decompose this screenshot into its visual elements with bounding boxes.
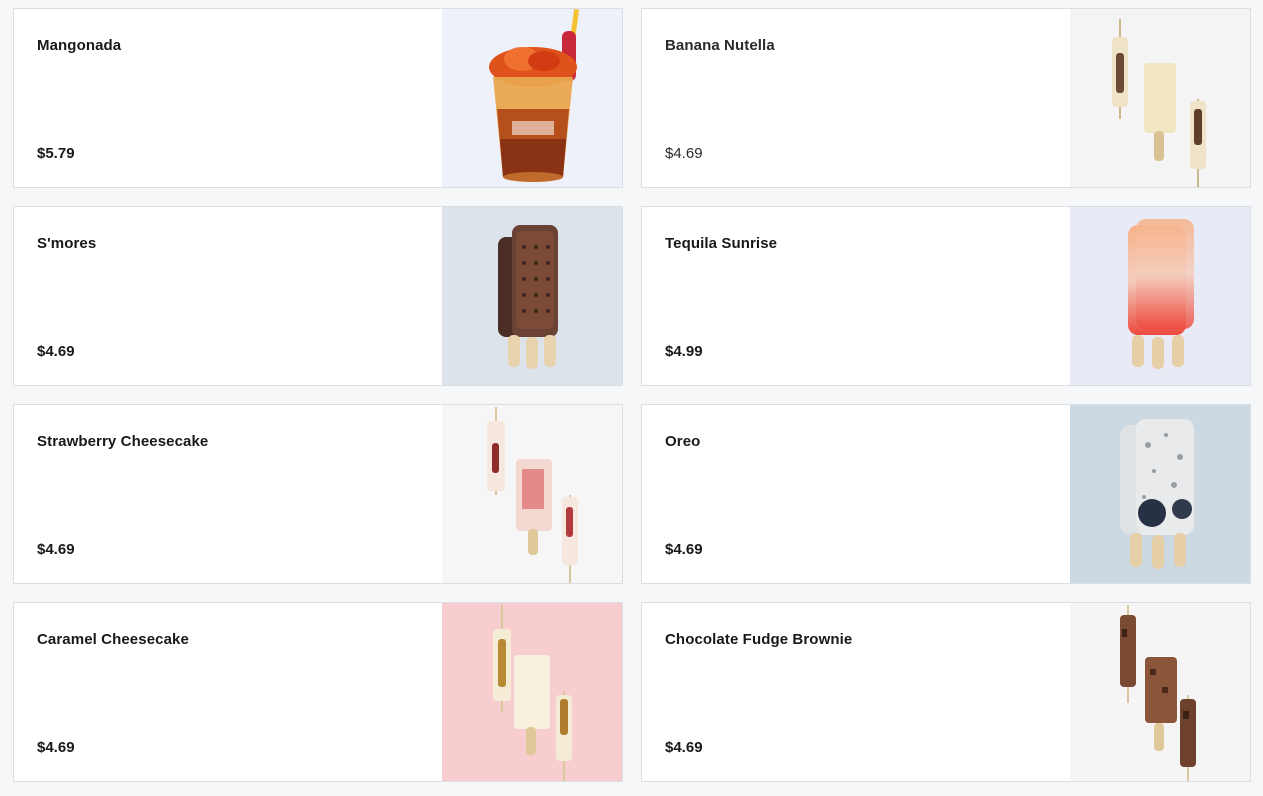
item-price: $4.69 [37, 541, 75, 558]
item-name: Caramel Cheesecake [37, 631, 189, 648]
item-name: Chocolate Fudge Brownie [665, 631, 853, 648]
menu-item-card[interactable]: Mangonada $5.79 [13, 8, 623, 188]
chocolate-fudge-brownie-popsicles-image [1070, 603, 1250, 781]
item-price: $4.69 [665, 541, 703, 558]
menu-item-card[interactable]: Oreo $4.69 [641, 404, 1251, 584]
menu-item-card[interactable]: Tequila Sunrise $4.99 [641, 206, 1251, 386]
item-price: $4.69 [37, 739, 75, 756]
oreo-popsicles-image [1070, 405, 1250, 583]
tequila-sunrise-popsicles-image [1070, 207, 1250, 385]
menu-item-card[interactable]: S'mores $4.69 [13, 206, 623, 386]
caramel-cheesecake-popsicles-image [442, 603, 622, 781]
item-name: Banana Nutella [665, 37, 775, 54]
item-name: Tequila Sunrise [665, 235, 778, 252]
menu-item-card[interactable]: Chocolate Fudge Brownie $4.69 [641, 602, 1251, 782]
strawberry-cheesecake-popsicles-image [442, 405, 622, 583]
menu-item-card[interactable]: Caramel Cheesecake $4.69 [13, 602, 623, 782]
smores-popsicles-image [442, 207, 622, 385]
item-price: $4.69 [665, 145, 703, 162]
item-name: Mangonada [37, 37, 122, 54]
item-price: $5.79 [37, 145, 75, 162]
item-name: Oreo [665, 433, 701, 450]
item-price: $4.69 [665, 739, 703, 756]
menu-grid: Mangonada $5.79 Banana Nutella $4.69 S'm… [0, 0, 1263, 796]
menu-item-card[interactable]: Strawberry Cheesecake $4.69 [13, 404, 623, 584]
item-name: S'mores [37, 235, 97, 252]
item-name: Strawberry Cheesecake [37, 433, 209, 450]
item-price: $4.69 [37, 343, 75, 360]
banana-nutella-popsicles-image [1070, 9, 1250, 187]
item-price: $4.99 [665, 343, 703, 360]
menu-item-card[interactable]: Banana Nutella $4.69 [641, 8, 1251, 188]
mangonada-cup-image [442, 9, 622, 187]
